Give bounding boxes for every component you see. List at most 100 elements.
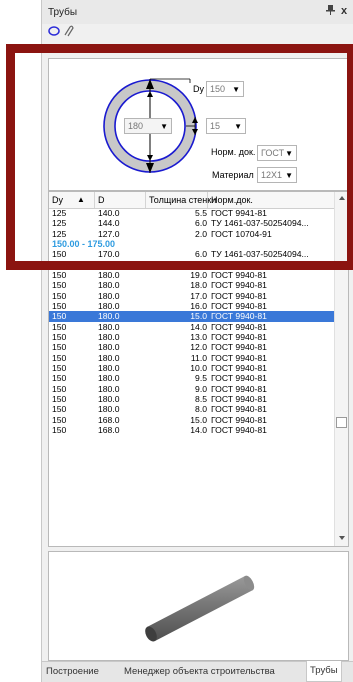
table-row[interactable]: 125 140.0 5.5 ГОСТ 9941-81 — [49, 208, 334, 218]
cell-d: 180.0 — [98, 311, 120, 322]
table-row[interactable]: 150 180.0 18.0 ГОСТ 9940-81 — [49, 280, 334, 290]
cell-norm-doc: ГОСТ 9940-81 — [211, 393, 267, 404]
cell-wall-thickness: 14.0 — [190, 424, 207, 435]
cell-d: 140.0 — [98, 208, 120, 218]
cell-norm-doc: ГОСТ 10704-91 — [211, 228, 272, 239]
cell-d: 180.0 — [98, 259, 120, 270]
norm-doc-value: ГОСТ — [261, 148, 285, 158]
table-row[interactable]: 150 168.0 15.0 ГОСТ 9940-81 — [49, 415, 334, 425]
cell-norm-doc: ГОСТ 9940-81 — [211, 311, 267, 322]
table-row[interactable]: 150 180.0 8.5 ГОСТ 9940-81 — [49, 394, 334, 404]
wall-thickness-select[interactable]: 15 ▼ — [206, 118, 246, 134]
cell-dy: 150 — [52, 362, 67, 373]
table-row[interactable]: 150 180.0 8.0 ГОСТ 9940-81 — [49, 404, 334, 414]
cell-dy: 150 — [52, 269, 67, 280]
dy-select-value: 150 — [210, 84, 226, 94]
material-select[interactable]: 12X1 ▼ — [257, 167, 297, 183]
cell-norm-doc: ГОСТ 9940-81 — [211, 383, 267, 394]
cell-wall-thickness: 6.0 — [195, 249, 207, 260]
cell-wall-thickness: 2.0 — [195, 228, 207, 239]
table-body: 125 140.0 5.5 ГОСТ 9941-81 125 144.0 6.0 ТУ 146… — [49, 208, 334, 435]
bottom-tab-bar: Построение Менеджер объекта строительств… — [42, 661, 353, 682]
cell-wall-thickness: 10.0 — [190, 362, 207, 373]
scroll-thumb[interactable] — [336, 417, 347, 428]
table-row[interactable]: 150 180.0 19.0 ГОСТ 9940-81 — [49, 270, 334, 280]
cell-dy: 150 — [52, 342, 67, 353]
pipe-tool-icon[interactable] — [48, 25, 60, 37]
wall-thickness-value: 15 — [210, 121, 221, 131]
chevron-down-icon: ▼ — [160, 122, 168, 131]
tab-construction[interactable]: Построение — [46, 666, 99, 677]
table-row[interactable]: 150 180.0 20.0 ГОСТ 9940-81 — [49, 260, 334, 270]
table-row[interactable]: 150 168.0 14.0 ГОСТ 9940-81 — [49, 425, 334, 435]
table-row[interactable]: 150 180.0 15.0 ГОСТ 9940-81 — [49, 311, 334, 322]
cell-norm-doc: ГОСТ 9940-81 — [211, 269, 267, 280]
cell-norm-doc: ГОСТ 9940-81 — [211, 280, 267, 291]
norm-doc-label: Норм. док. — [211, 147, 256, 157]
tab-pipes[interactable]: Трубы — [306, 661, 342, 682]
material-label: Материал — [212, 170, 254, 180]
table-row[interactable]: 150 180.0 9.0 ГОСТ 9940-81 — [49, 384, 334, 394]
cell-wall-thickness: 15.0 — [190, 311, 207, 322]
cell-wall-thickness: 15.0 — [190, 414, 207, 425]
table-row[interactable]: 150 180.0 14.0 ГОСТ 9940-81 — [49, 322, 334, 332]
cell-dy: 125 — [52, 218, 67, 229]
table-row[interactable]: 150 180.0 16.0 ГОСТ 9940-81 — [49, 301, 334, 311]
table-row[interactable]: 150 180.0 11.0 ГОСТ 9940-81 — [49, 353, 334, 363]
cell-dy: 150 — [52, 259, 67, 270]
table-row[interactable]: 150 170.0 6.0 ТУ 1461-037-50254094... — [49, 249, 334, 259]
cell-norm-doc: ГОСТ 9940-81 — [211, 300, 267, 311]
cell-dy: 125 — [52, 208, 67, 218]
cell-dy: 125 — [52, 228, 67, 239]
tab-construction-object-manager[interactable]: Менеджер объекта строительства — [124, 666, 275, 677]
cell-d: 180.0 — [98, 404, 120, 415]
cell-d: 180.0 — [98, 300, 120, 311]
table-row[interactable]: 125 144.0 6.0 ТУ 1461-037-50254094... — [49, 218, 334, 228]
header-dy-label: Dy — [52, 195, 63, 205]
toolbar — [42, 24, 353, 38]
chevron-down-icon: ▼ — [234, 122, 242, 131]
pipe-3d-image — [145, 575, 255, 642]
cell-dy: 150 — [52, 300, 67, 311]
table-row[interactable]: 150 180.0 10.0 ГОСТ 9940-81 — [49, 363, 334, 373]
cell-norm-doc: ГОСТ 9940-81 — [211, 342, 267, 353]
cell-d: 180.0 — [98, 393, 120, 404]
cell-dy: 150 — [52, 424, 67, 435]
clip-tool-icon[interactable] — [62, 25, 74, 37]
dy-label: Dy — [193, 84, 204, 94]
cell-d: 180.0 — [98, 373, 120, 384]
dy-select[interactable]: 150 ▼ — [206, 81, 244, 97]
norm-doc-select[interactable]: ГОСТ ▼ — [257, 145, 297, 161]
panel-title: Трубы — [48, 7, 78, 18]
cell-dy: 150 — [52, 414, 67, 425]
cell-d: 180.0 — [98, 331, 120, 342]
chevron-down-icon: ▼ — [285, 171, 293, 180]
table-row[interactable]: 150 180.0 17.0 ГОСТ 9940-81 — [49, 291, 334, 301]
cell-d: 170.0 — [98, 249, 120, 260]
table-row[interactable]: 125 127.0 2.0 ГОСТ 10704-91 — [49, 229, 334, 239]
pin-icon[interactable] — [325, 5, 335, 18]
header-norm-doc[interactable]: Норм.док. — [208, 192, 334, 208]
cell-d: 168.0 — [98, 414, 120, 425]
cell-d: 127.0 — [98, 228, 120, 239]
table-row[interactable]: 150 180.0 9.5 ГОСТ 9940-81 — [49, 373, 334, 383]
close-icon[interactable]: x — [339, 5, 349, 17]
table-row[interactable]: 150 180.0 12.0 ГОСТ 9940-81 — [49, 342, 334, 352]
header-dy[interactable]: Dy ▲ — [49, 192, 95, 208]
table-row[interactable]: 150 180.0 13.0 ГОСТ 9940-81 — [49, 332, 334, 342]
cell-d: 180.0 — [98, 352, 120, 363]
scroll-up-icon[interactable] — [338, 195, 346, 201]
group-row[interactable]: 150.00 - 175.00 — [49, 239, 334, 249]
table-scrollbar[interactable] — [334, 192, 348, 546]
outer-diameter-select[interactable]: 180 ▼ — [124, 118, 172, 134]
cell-dy: 150 — [52, 373, 67, 384]
cell-wall-thickness: 8.0 — [195, 404, 207, 415]
material-value: 12X1 — [261, 170, 283, 180]
cell-wall-thickness: 16.0 — [190, 300, 207, 311]
header-d[interactable]: D — [95, 192, 146, 208]
cell-d: 180.0 — [98, 280, 120, 291]
scroll-down-icon[interactable] — [338, 535, 346, 541]
cell-dy: 150 — [52, 249, 67, 260]
header-wall-thickness[interactable]: Толщина стенки — [146, 192, 216, 208]
cell-wall-thickness: 5.5 — [195, 208, 207, 218]
